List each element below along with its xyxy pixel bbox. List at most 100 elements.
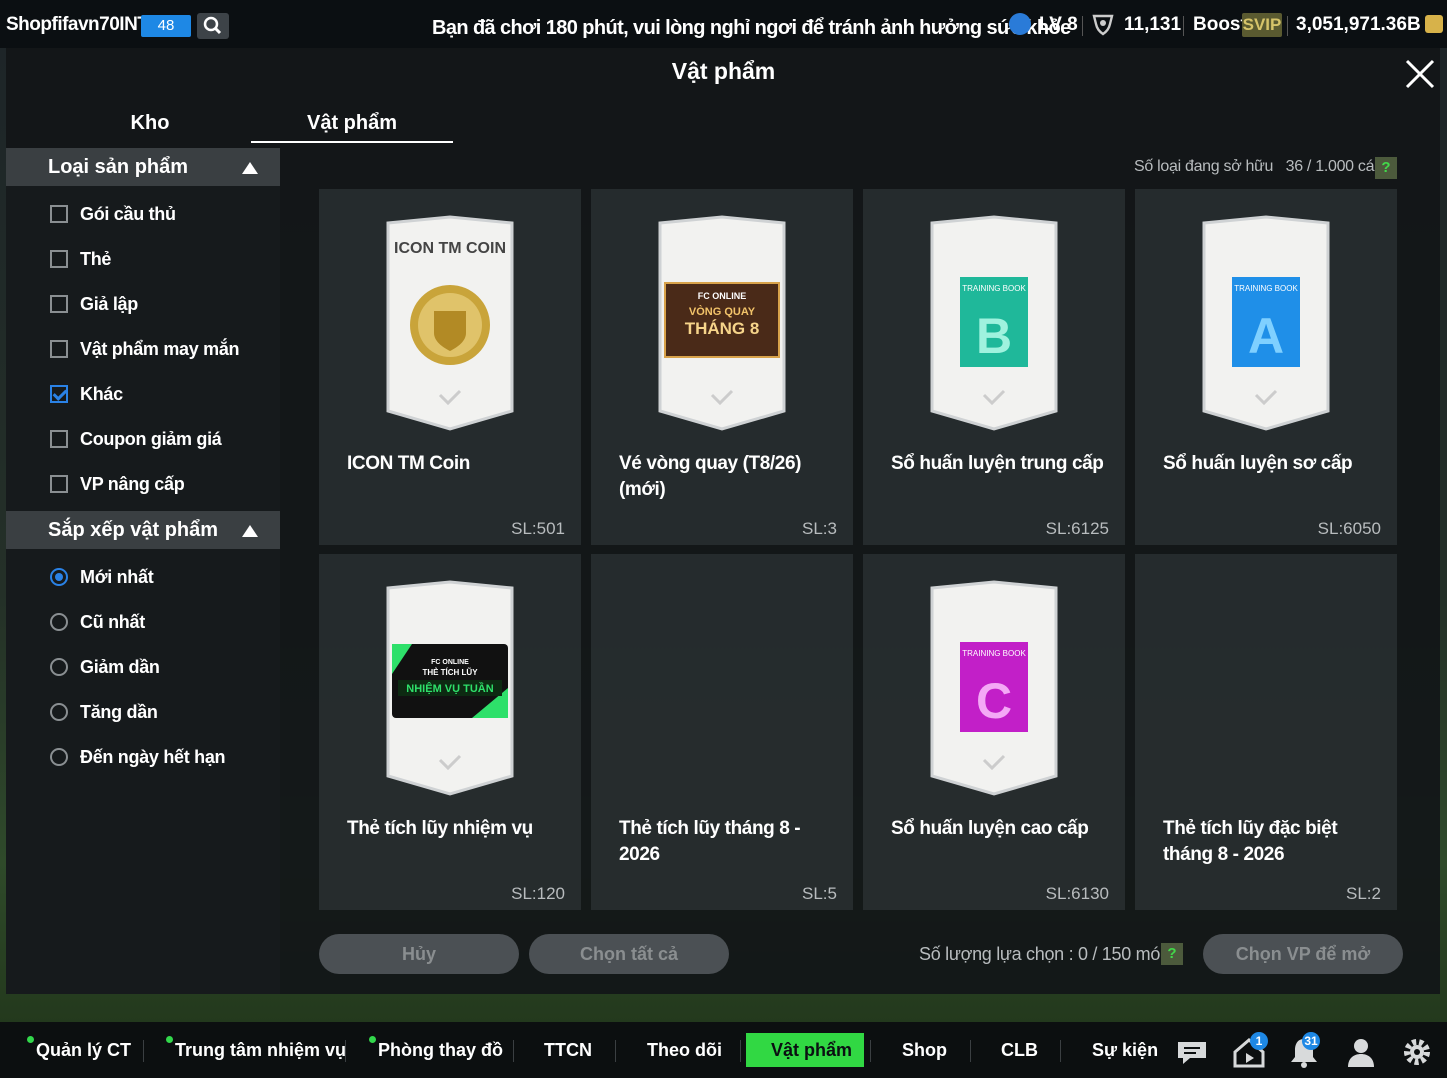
select-all-button[interactable]: Chọn tất cả [529, 934, 729, 974]
filter-label: Coupon giảm giá [80, 428, 222, 449]
boost-label[interactable]: Boost [1193, 14, 1247, 36]
sort-giam-dan[interactable]: Giảm dần [50, 655, 160, 679]
item-name: Thẻ tích lũy đặc biệt tháng 8 - 2026 [1163, 818, 1338, 865]
item-card[interactable]: Thẻ tích lũy tháng 8 - 2026 SL:5 [591, 554, 853, 910]
filter-khac[interactable]: Khác [50, 382, 123, 406]
coin-pack-icon: ICON TM COIN [386, 215, 514, 431]
sort-moi-nhat[interactable]: Mới nhất [50, 565, 154, 589]
sort-tang-dan[interactable]: Tăng dần [50, 700, 158, 724]
filter-label: VP nâng cấp [80, 473, 185, 494]
gear-icon[interactable] [1400, 1036, 1434, 1068]
svip-badge: SVIP [1242, 13, 1282, 37]
item-card[interactable]: FC ONLINE VÒNG QUAY THÁNG 8 Vé vòng quay… [591, 189, 853, 545]
username: Shopfifavn70INT [6, 14, 149, 35]
sort-label: Mới nhất [80, 566, 154, 587]
book-letter: B [976, 308, 1012, 364]
item-name: Sổ huấn luyện sơ cấp [1163, 453, 1353, 474]
sort-label: Giảm dần [80, 656, 160, 677]
playtime-warning: Bạn đã chơi 180 phút, vui lòng nghỉ ngơi… [432, 17, 1071, 39]
ticket-pack-icon: FC ONLINE VÒNG QUAY THÁNG 8 [658, 215, 786, 431]
ticket-top-text: FC ONLINE [698, 291, 747, 301]
nav-shop[interactable]: Shop [902, 1040, 947, 1061]
radio[interactable] [50, 658, 68, 676]
nav-label: CLB [1001, 1040, 1038, 1060]
checkbox[interactable] [50, 475, 68, 493]
trophy-count: 11,131 [1124, 14, 1182, 35]
tab-kho[interactable]: Kho [50, 112, 250, 142]
nav-ttcn[interactable]: TTCN [544, 1040, 592, 1061]
checkbox-checked[interactable] [50, 385, 68, 403]
nav-label: Shop [902, 1040, 947, 1060]
item-name: Sổ huấn luyện cao cấp [891, 818, 1089, 839]
item-card[interactable]: TRAINING BOOK A Sổ huấn luyện sơ cấp SL:… [1135, 189, 1397, 545]
radio[interactable] [50, 613, 68, 631]
item-qty: SL:6130 [1045, 884, 1109, 903]
filter-label: Thẻ [80, 248, 112, 269]
shield-icon [1092, 14, 1114, 36]
owned-value: 36 / 1.000 cái [1285, 158, 1378, 175]
item-card[interactable]: FC ONLINE THẺ TÍCH LŨY NHIỆM VỤ TUẦN Thẻ… [319, 554, 581, 910]
filter-gia-lap[interactable]: Giả lập [50, 292, 138, 316]
cancel-button[interactable]: Hủy [319, 934, 519, 974]
sort-cu-nhat[interactable]: Cũ nhất [50, 610, 145, 634]
search-button[interactable] [197, 13, 229, 39]
nav-phong-thay-do[interactable]: Phòng thay đồ [369, 1036, 503, 1061]
radio[interactable] [50, 748, 68, 766]
level-badge: 48 [141, 15, 191, 37]
profile-icon[interactable] [1344, 1036, 1378, 1068]
checkbox[interactable] [50, 295, 68, 313]
checkbox[interactable] [50, 250, 68, 268]
item-card[interactable]: TRAINING BOOK C Sổ huấn luyện cao cấp SL… [863, 554, 1125, 910]
book-letter: C [976, 673, 1012, 729]
item-card[interactable]: Thẻ tích lũy đặc biệt tháng 8 - 2026 SL:… [1135, 554, 1397, 910]
item-qty: SL:3 [802, 519, 837, 538]
filter-the[interactable]: Thẻ [50, 247, 111, 271]
tab-vat-pham[interactable]: Vật phẩm [251, 112, 453, 143]
nav-theo-doi[interactable]: Theo dõi [647, 1040, 722, 1061]
book-label: TRAINING BOOK [962, 284, 1026, 293]
filter-coupon[interactable]: Coupon giảm giá [50, 427, 222, 451]
help-icon[interactable]: ? [1375, 157, 1397, 179]
item-card[interactable]: ICON TM COIN ICON TM Coin SL:501 [319, 189, 581, 545]
radio[interactable] [50, 703, 68, 721]
selection-count: Số lượng lựa chọn : 0 / 150 món [919, 944, 1170, 964]
chat-icon[interactable] [1175, 1036, 1209, 1068]
player-level: LV 8 [1039, 14, 1078, 35]
nav-label: Vật phẩm [771, 1040, 853, 1060]
checkbox[interactable] [50, 430, 68, 448]
radio-selected[interactable] [50, 568, 68, 586]
home-badge: 1 [1250, 1032, 1268, 1050]
divider [513, 1040, 514, 1062]
divider [1183, 16, 1184, 36]
sort-section-header[interactable]: Sắp xếp vật phẩm [6, 511, 280, 549]
nav-trung-tam-nhiem-vu[interactable]: Trung tâm nhiệm vụ [166, 1036, 347, 1061]
category-section-header[interactable]: Loại sản phẩm [6, 148, 280, 186]
filter-vp-nang-cap[interactable]: VP nâng cấp [50, 472, 185, 496]
help-icon[interactable]: ? [1161, 943, 1183, 965]
filter-vat-pham-may-man[interactable]: Vật phẩm may mắn [50, 337, 240, 361]
checkbox[interactable] [50, 205, 68, 223]
item-qty: SL:6125 [1045, 519, 1109, 538]
close-icon[interactable] [1402, 56, 1438, 92]
category-section-title: Loại sản phẩm [48, 156, 189, 178]
nav-su-kien[interactable]: Sự kiện [1092, 1040, 1158, 1061]
nav-label: Trung tâm nhiệm vụ [175, 1040, 347, 1060]
open-items-button[interactable]: Chọn VP để mở [1203, 934, 1403, 974]
item-qty: SL:2 [1346, 884, 1381, 903]
training-book-icon: TRAINING BOOK C [930, 580, 1058, 796]
item-name: Vé vòng quay (T8/26) (mới) [619, 453, 802, 500]
nav-vat-pham[interactable]: Vật phẩm [771, 1040, 852, 1061]
checkbox[interactable] [50, 340, 68, 358]
pack-label: ICON TM COIN [394, 240, 506, 257]
item-qty: SL:120 [511, 884, 565, 903]
search-icon [203, 16, 222, 35]
nav-quan-ly-ct[interactable]: Quản lý CT [27, 1036, 132, 1061]
filter-goi-cau-thu[interactable]: Gói cầu thủ [50, 202, 176, 226]
nav-label: TTCN [544, 1040, 592, 1060]
sort-section-title: Sắp xếp vật phẩm [48, 519, 219, 541]
item-card[interactable]: TRAINING BOOK B Sổ huấn luyện trung cấp … [863, 189, 1125, 545]
sort-het-han[interactable]: Đến ngày hết hạn [50, 745, 226, 769]
nav-clb[interactable]: CLB [1001, 1040, 1038, 1061]
sort-label: Cũ nhất [80, 611, 145, 632]
nav-label: Quản lý CT [36, 1040, 132, 1060]
